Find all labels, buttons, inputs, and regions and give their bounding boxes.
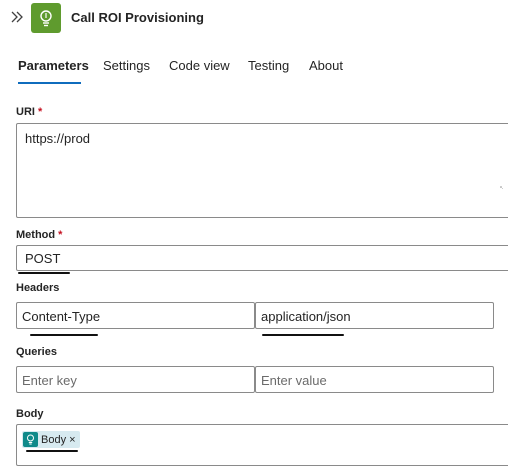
query-key-placeholder: Enter key [22,373,77,388]
tab-testing[interactable]: Testing [248,58,289,73]
tab-settings[interactable]: Settings [103,58,150,73]
annotation-underline [18,272,70,274]
annotation-underline [26,450,78,452]
header-key-input[interactable]: Content-Type [16,302,255,329]
annotation-underline [262,334,344,336]
annotation-underline [30,334,98,336]
headers-label: Headers [16,282,60,294]
tab-bar: Parameters Settings Code view Testing Ab… [0,52,508,86]
resize-handle-icon [500,186,503,189]
method-select[interactable]: POST [16,245,508,271]
active-tab-indicator [18,82,81,84]
body-input[interactable] [16,424,508,466]
tab-code-view[interactable]: Code view [169,58,230,73]
header-value-value: application/json [261,309,351,324]
uri-input[interactable]: https://prod [16,123,508,218]
body-token-label: Body [41,433,67,446]
body-label: Body [16,408,44,420]
action-title: Call ROI Provisioning [71,10,204,25]
lightbulb-icon [40,10,52,27]
method-label: Method * [16,229,63,241]
uri-label: URI * [16,106,43,118]
header-value-input[interactable]: application/json [255,302,494,329]
queries-label: Queries [16,346,57,358]
uri-value: https://prod [25,131,91,146]
tab-about[interactable]: About [309,58,343,73]
lightbulb-icon [23,432,38,447]
query-key-input[interactable]: Enter key [16,366,255,393]
app-icon [31,3,61,33]
panel-header: Call ROI Provisioning [0,0,508,36]
remove-token-button[interactable]: × [69,434,75,446]
header-key-value: Content-Type [22,309,101,324]
method-value: POST [25,251,61,266]
double-chevron-right-icon[interactable] [8,7,26,27]
query-value-input[interactable]: Enter value [255,366,494,393]
query-value-placeholder: Enter value [261,373,327,388]
body-token[interactable]: Body × [22,431,80,448]
tab-parameters[interactable]: Parameters [18,58,89,73]
